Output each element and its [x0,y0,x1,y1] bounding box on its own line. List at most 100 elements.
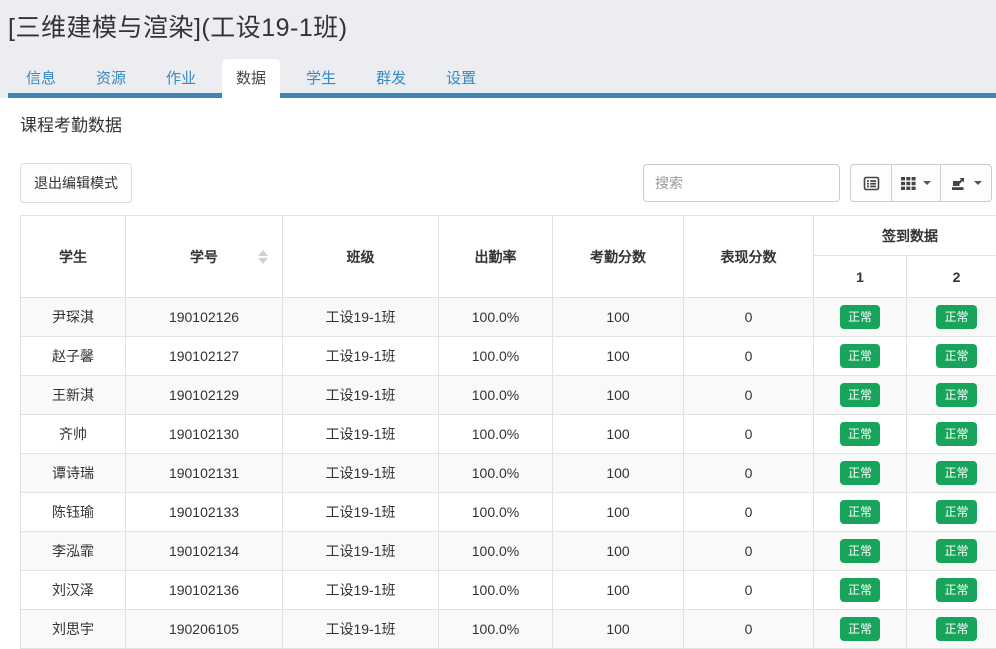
cell-attendance-score: 100 [553,610,684,649]
cell-attendance-score: 100 [553,298,684,337]
cell-checkin-2: 正常 [907,454,996,493]
cell-student: 尹琛淇 [21,298,126,337]
checkin-status-badge[interactable]: 正常 [936,500,976,524]
course-header: [三维建模与渲染](工设19-1班) 信息 资源 作业 数据 学生 群发 设置 [0,0,996,98]
cell-checkin-2: 正常 [907,571,996,610]
tab-info[interactable]: 信息 [12,59,70,98]
checkin-status-badge[interactable]: 正常 [840,539,880,563]
page: { "header": { "title": "[三维建模与渲染](工设19-1… [0,0,996,640]
checkin-status-badge[interactable]: 正常 [840,578,880,602]
tab-broadcast[interactable]: 群发 [362,59,420,98]
cell-checkin-1: 正常 [814,532,907,571]
exit-edit-mode-button[interactable]: 退出编辑模式 [20,163,132,203]
cell-class: 工设19-1班 [283,571,439,610]
checkin-status-badge[interactable]: 正常 [936,539,976,563]
cell-attendance-score: 100 [553,376,684,415]
header-student-id[interactable]: 学号 [126,216,283,298]
tab-settings[interactable]: 设置 [432,59,490,98]
header-class: 班级 [283,216,439,298]
cell-class: 工设19-1班 [283,454,439,493]
cell-checkin-1: 正常 [814,337,907,376]
cell-checkin-1: 正常 [814,415,907,454]
tab-data[interactable]: 数据 [222,59,280,98]
cell-checkin-1: 正常 [814,454,907,493]
checkin-status-badge[interactable]: 正常 [840,344,880,368]
content-area: 课程考勤数据 退出编辑模式 [0,98,996,649]
checkin-status-badge[interactable]: 正常 [936,461,976,485]
cell-attendance-rate: 100.0% [439,454,553,493]
cell-student-id: 190102133 [126,493,283,532]
checkin-status-badge[interactable]: 正常 [840,461,880,485]
checkin-status-badge[interactable]: 正常 [936,617,976,641]
attendance-table-container: 学生 学号 班级 出勤率 考勤分数 表现分数 签到数据 1 2 尹琛淇19010… [20,215,996,649]
cell-checkin-1: 正常 [814,571,907,610]
cell-checkin-1: 正常 [814,493,907,532]
cell-student-id: 190102129 [126,376,283,415]
attendance-table: 学生 学号 班级 出勤率 考勤分数 表现分数 签到数据 1 2 尹琛淇19010… [20,215,996,649]
header-attendance-score: 考勤分数 [553,216,684,298]
list-alt-icon [863,175,880,192]
cell-checkin-2: 正常 [907,337,996,376]
cell-performance-score: 0 [684,610,814,649]
cell-student: 李泓霏 [21,532,126,571]
cell-performance-score: 0 [684,376,814,415]
cell-student-id: 190102130 [126,415,283,454]
header-checkin-2: 2 [907,256,996,298]
header-performance-score: 表现分数 [684,216,814,298]
cell-student: 王新淇 [21,376,126,415]
tab-homework[interactable]: 作业 [152,59,210,98]
cell-attendance-rate: 100.0% [439,376,553,415]
checkin-status-badge[interactable]: 正常 [936,422,976,446]
cell-attendance-score: 100 [553,454,684,493]
caret-down-icon [974,181,982,185]
header-attendance-rate: 出勤率 [439,216,553,298]
cell-attendance-score: 100 [553,415,684,454]
checkin-status-badge[interactable]: 正常 [840,305,880,329]
cell-student-id: 190102126 [126,298,283,337]
table-toolbar: 退出编辑模式 [20,163,992,203]
cell-class: 工设19-1班 [283,610,439,649]
table-row: 谭诗瑞190102131工设19-1班100.0%1000正常正常 [21,454,996,493]
tab-bar: 信息 资源 作业 数据 学生 群发 设置 [8,59,996,98]
columns-chooser-button[interactable] [891,164,941,202]
cell-performance-score: 0 [684,532,814,571]
tab-resources[interactable]: 资源 [82,59,140,98]
cell-student: 刘汉泽 [21,571,126,610]
cell-checkin-2: 正常 [907,532,996,571]
export-button[interactable] [940,164,992,202]
cell-performance-score: 0 [684,415,814,454]
cell-student: 谭诗瑞 [21,454,126,493]
table-row: 齐帅190102130工设19-1班100.0%1000正常正常 [21,415,996,454]
table-row: 刘思宇190206105工设19-1班100.0%1000正常正常 [21,610,996,649]
table-body: 尹琛淇190102126工设19-1班100.0%1000正常正常赵子馨1901… [21,298,996,649]
cell-attendance-rate: 100.0% [439,532,553,571]
cell-student-id: 190102131 [126,454,283,493]
cell-attendance-rate: 100.0% [439,493,553,532]
checkin-status-badge[interactable]: 正常 [936,383,976,407]
cell-student: 齐帅 [21,415,126,454]
toggle-detail-view-button[interactable] [850,164,892,202]
cell-class: 工设19-1班 [283,376,439,415]
cell-checkin-1: 正常 [814,298,907,337]
cell-checkin-2: 正常 [907,415,996,454]
cell-class: 工设19-1班 [283,298,439,337]
sort-both-icon[interactable] [258,250,268,264]
checkin-status-badge[interactable]: 正常 [936,344,976,368]
checkin-status-badge[interactable]: 正常 [936,305,976,329]
cell-attendance-score: 100 [553,493,684,532]
checkin-status-badge[interactable]: 正常 [840,500,880,524]
cell-class: 工设19-1班 [283,532,439,571]
tab-students[interactable]: 学生 [292,59,350,98]
checkin-status-badge[interactable]: 正常 [840,383,880,407]
cell-checkin-2: 正常 [907,376,996,415]
cell-checkin-2: 正常 [907,610,996,649]
search-input[interactable] [643,164,840,202]
cell-performance-score: 0 [684,298,814,337]
checkin-status-badge[interactable]: 正常 [840,422,880,446]
checkin-status-badge[interactable]: 正常 [936,578,976,602]
table-row: 尹琛淇190102126工设19-1班100.0%1000正常正常 [21,298,996,337]
cell-checkin-2: 正常 [907,493,996,532]
checkin-status-badge[interactable]: 正常 [840,617,880,641]
table-row: 王新淇190102129工设19-1班100.0%1000 正常 正常 [21,376,996,415]
columns-grid-icon [901,176,916,191]
